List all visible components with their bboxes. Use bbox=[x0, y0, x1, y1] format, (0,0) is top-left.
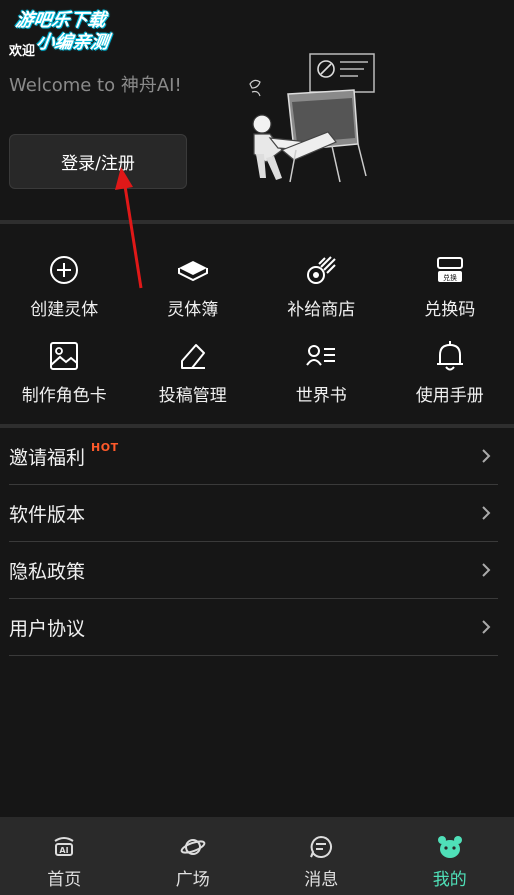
tab-label: 首页 bbox=[47, 870, 82, 890]
tab-label: 消息 bbox=[304, 870, 339, 890]
mine-icon bbox=[437, 836, 462, 858]
meteor-icon bbox=[304, 253, 338, 287]
feature-grid: 创建灵体 灵体簿 补给商店 兑换 兑换码 制作角色卡 投稿管理 世界书 使用手册 bbox=[0, 253, 514, 425]
feature-make-character-card[interactable]: 制作角色卡 bbox=[0, 339, 129, 425]
feature-label: 世界书 bbox=[295, 386, 347, 406]
feature-spirit-book[interactable]: 灵体簿 bbox=[129, 253, 258, 339]
feature-label: 补给商店 bbox=[287, 300, 356, 320]
menu-privacy-policy[interactable]: 隐私政策 bbox=[9, 542, 498, 599]
feature-user-manual[interactable]: 使用手册 bbox=[386, 339, 514, 425]
welcome-text: Welcome to 神舟AI! bbox=[9, 75, 182, 96]
feature-label: 灵体簿 bbox=[167, 300, 219, 320]
menu-label: 软件版本 bbox=[9, 503, 86, 526]
bell-icon bbox=[433, 339, 467, 373]
tab-messages[interactable]: 消息 bbox=[257, 817, 386, 895]
feature-label: 兑换码 bbox=[424, 300, 476, 320]
book-icon bbox=[176, 253, 210, 287]
feature-label: 使用手册 bbox=[415, 386, 484, 406]
user-list-icon bbox=[304, 339, 338, 373]
image-card-icon bbox=[47, 339, 81, 373]
menu-label: 邀请福利 bbox=[9, 446, 86, 469]
chevron-right-icon bbox=[482, 563, 491, 577]
watermark-line-1: 游吧乐下载 bbox=[14, 10, 108, 31]
feature-world-book[interactable]: 世界书 bbox=[257, 339, 386, 425]
message-icon bbox=[310, 835, 333, 858]
chevron-right-icon bbox=[482, 449, 491, 463]
login-register-button[interactable]: 登录/注册 bbox=[9, 134, 187, 189]
svg-text:AI: AI bbox=[60, 846, 69, 855]
redeem-card-icon: 兑换 bbox=[433, 253, 467, 287]
chevron-right-icon bbox=[482, 620, 491, 634]
chevron-right-icon bbox=[482, 506, 491, 520]
tab-plaza[interactable]: 广场 bbox=[129, 817, 258, 895]
feature-create-spirit[interactable]: 创建灵体 bbox=[0, 253, 129, 339]
feature-label: 创建灵体 bbox=[30, 300, 99, 320]
edit-icon bbox=[176, 339, 210, 373]
hero-illustration bbox=[249, 53, 375, 183]
settings-menu: 邀请福利 HOT 软件版本 隐私政策 用户协议 bbox=[9, 428, 498, 656]
menu-label: 用户协议 bbox=[9, 617, 86, 640]
watermark-logo: 游吧乐下载 小编亲测 bbox=[11, 10, 157, 54]
planet-icon bbox=[180, 839, 206, 855]
watermark-line-2: 小编亲测 bbox=[35, 32, 110, 53]
section-divider bbox=[0, 220, 514, 224]
tab-label: 广场 bbox=[175, 870, 210, 890]
menu-label: 隐私政策 bbox=[9, 560, 86, 583]
tab-mine[interactable]: 我的 bbox=[386, 817, 514, 895]
feature-supply-shop[interactable]: 补给商店 bbox=[257, 253, 386, 339]
menu-invite-rewards[interactable]: 邀请福利 HOT bbox=[9, 428, 498, 485]
svg-text:兑换: 兑换 bbox=[443, 273, 457, 282]
feature-label: 投稿管理 bbox=[158, 386, 227, 406]
feature-redeem-code[interactable]: 兑换 兑换码 bbox=[386, 253, 514, 339]
feature-submission-management[interactable]: 投稿管理 bbox=[129, 339, 258, 425]
tab-home[interactable]: AI 首页 bbox=[0, 817, 129, 895]
bottom-tab-bar: AI 首页 广场 消息 我的 bbox=[0, 817, 514, 895]
tab-label: 我的 bbox=[432, 870, 467, 890]
feature-label: 制作角色卡 bbox=[21, 386, 107, 406]
home-icon: AI bbox=[54, 837, 74, 856]
hot-badge: HOT bbox=[91, 440, 119, 454]
menu-user-agreement[interactable]: 用户协议 bbox=[9, 599, 498, 656]
plus-circle-icon bbox=[47, 253, 81, 287]
menu-software-version[interactable]: 软件版本 bbox=[9, 485, 498, 542]
